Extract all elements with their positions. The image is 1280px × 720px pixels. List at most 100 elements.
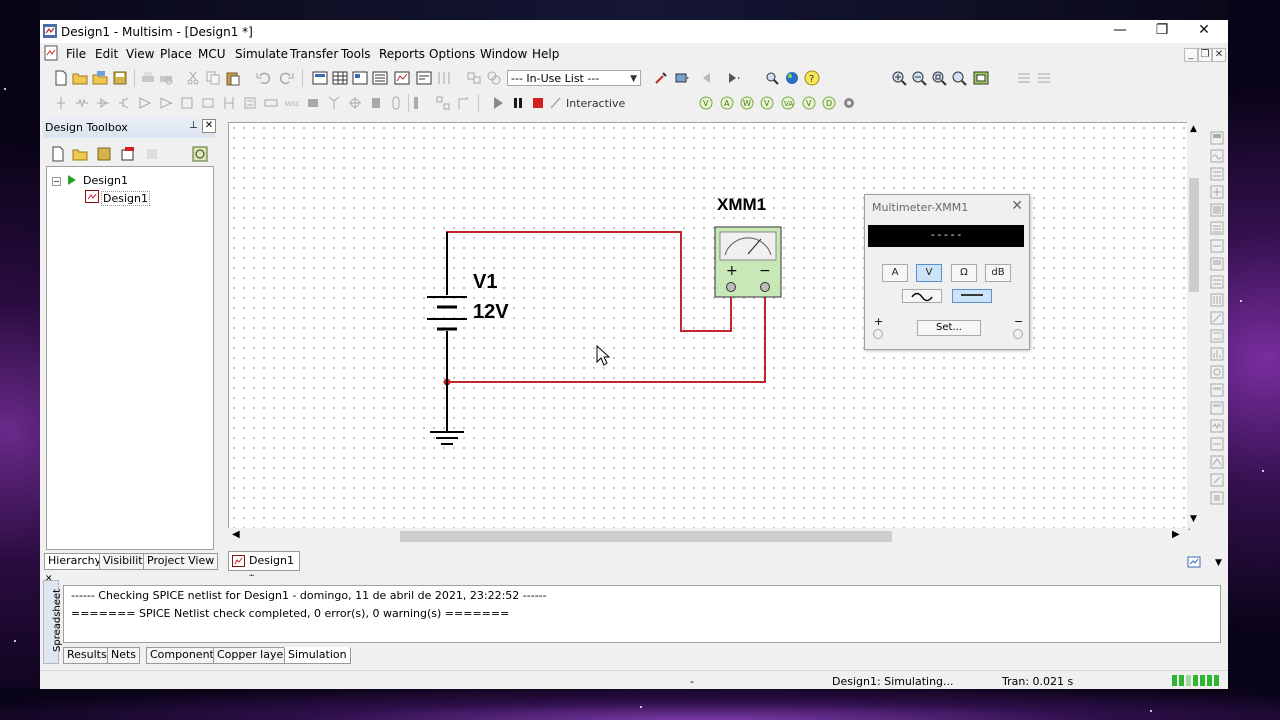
- place-hierarchical-icon[interactable]: [435, 95, 451, 111]
- paste-icon[interactable]: [225, 70, 241, 86]
- sheet-scroll-down-icon[interactable]: ▼: [1215, 558, 1222, 568]
- new-sheet-icon[interactable]: [50, 146, 66, 162]
- menu-transfer[interactable]: Transfer: [290, 47, 338, 61]
- component-list-icon[interactable]: [372, 70, 388, 86]
- current-probe-icon[interactable]: A: [719, 95, 735, 111]
- restore-button[interactable]: ❐: [1140, 20, 1184, 43]
- zoom-area-icon[interactable]: [931, 70, 947, 86]
- instrument-oscilloscope-icon[interactable]: [1209, 184, 1225, 200]
- voltage-current-probe-icon[interactable]: VA: [780, 95, 796, 111]
- forward-annotate-icon[interactable]: [486, 70, 502, 86]
- differential-probe-icon[interactable]: V: [759, 95, 775, 111]
- save-icon[interactable]: [112, 70, 128, 86]
- mode-ammeter-button[interactable]: A: [882, 264, 908, 282]
- ni-web-icon[interactable]: [784, 70, 800, 86]
- toolbox-close-button[interactable]: ✕: [202, 119, 216, 133]
- place-cmos-icon[interactable]: [179, 95, 195, 111]
- tab-components[interactable]: Components: [146, 647, 224, 664]
- tab-results[interactable]: Results: [63, 647, 111, 664]
- multimeter-close-button[interactable]: ✕: [1011, 198, 1023, 214]
- scroll-right-icon[interactable]: ▶: [1172, 529, 1180, 540]
- redo-icon[interactable]: [278, 70, 294, 86]
- place-power-icon[interactable]: [263, 95, 279, 111]
- instrument-logic-converter-icon[interactable]: [1209, 274, 1225, 290]
- spreadsheet-close-icon[interactable]: ✕: [45, 574, 53, 584]
- menu-mcu[interactable]: MCU: [198, 47, 226, 61]
- open-sheet-icon[interactable]: [72, 146, 88, 162]
- find-icon[interactable]: [764, 70, 780, 86]
- menu-file[interactable]: File: [66, 47, 86, 61]
- spreadsheet-view-icon[interactable]: [332, 70, 348, 86]
- place-source-icon[interactable]: [53, 95, 69, 111]
- instrument-iv-analyzer-icon[interactable]: [1209, 310, 1225, 326]
- menu-edit[interactable]: Edit: [95, 47, 118, 61]
- place-advanced-peripherals-icon[interactable]: [305, 95, 321, 111]
- place-ladder-icon[interactable]: [455, 95, 471, 111]
- new-file-icon[interactable]: [53, 70, 69, 86]
- instrument-agilent-multimeter-icon[interactable]: [1209, 400, 1225, 416]
- voltage-probe-icon[interactable]: V: [698, 95, 714, 111]
- postprocessor-icon[interactable]: [416, 70, 432, 86]
- multimeter-xmm1-symbol[interactable]: [714, 226, 782, 298]
- ac-mode-button[interactable]: [902, 289, 942, 303]
- vertical-scroll-thumb[interactable]: [1189, 178, 1199, 292]
- minimize-button[interactable]: —: [1098, 20, 1142, 43]
- place-basic-icon[interactable]: [74, 95, 90, 111]
- instrument-function-generator-icon[interactable]: [1209, 148, 1225, 164]
- instrument-tektronix-scope-icon[interactable]: [1209, 436, 1225, 452]
- align-left-icon[interactable]: [1016, 70, 1032, 86]
- stop-simulation-icon[interactable]: [530, 95, 546, 111]
- full-screen-icon[interactable]: [973, 70, 989, 86]
- tab-nets[interactable]: Nets: [107, 647, 141, 664]
- horizontal-scroll-thumb[interactable]: [400, 531, 892, 542]
- interactive-analysis-label[interactable]: Interactive: [566, 97, 625, 110]
- instruments-icon[interactable]: [674, 70, 690, 86]
- probe-icon[interactable]: [653, 70, 669, 86]
- zoom-in-icon[interactable]: [891, 70, 907, 86]
- place-ttl-icon[interactable]: [158, 95, 174, 111]
- horizontal-scrollbar[interactable]: ◀ ▶: [228, 528, 1188, 544]
- instrument-network-analyzer-icon[interactable]: [1209, 364, 1225, 380]
- instrument-current-clamp-icon[interactable]: [1209, 472, 1225, 488]
- sheet-window-icon[interactable]: [120, 146, 136, 162]
- print-icon[interactable]: [140, 70, 156, 86]
- place-mcu-icon[interactable]: [368, 95, 384, 111]
- multimeter-settings-button[interactable]: Set...: [917, 320, 981, 336]
- align-right-icon[interactable]: [1036, 70, 1052, 86]
- instrument-agilent-generator-icon[interactable]: [1209, 382, 1225, 398]
- power-probe-icon[interactable]: W: [739, 95, 755, 111]
- cut-icon[interactable]: [185, 70, 201, 86]
- grapher-icon[interactable]: [394, 70, 410, 86]
- menu-view[interactable]: View: [126, 47, 154, 61]
- open-design-icon[interactable]: [92, 70, 108, 86]
- mode-voltmeter-button[interactable]: V: [916, 264, 942, 282]
- place-diode-icon[interactable]: [95, 95, 111, 111]
- instrument-wattmeter-icon[interactable]: [1209, 166, 1225, 182]
- instrument-distortion-analyzer-icon[interactable]: [1209, 328, 1225, 344]
- place-bus-icon[interactable]: [408, 95, 424, 111]
- mdi-close-button[interactable]: ✕: [1212, 48, 1226, 62]
- print-preview-icon[interactable]: [158, 70, 174, 86]
- place-rf-icon[interactable]: [326, 95, 342, 111]
- plus-terminal-icon[interactable]: [873, 329, 883, 339]
- scroll-up-icon[interactable]: ▲: [1190, 124, 1197, 134]
- zoom-out-icon[interactable]: [911, 70, 927, 86]
- tab-simulation[interactable]: Simulation: [284, 647, 351, 664]
- ground-symbol[interactable]: [430, 382, 464, 445]
- spreadsheet-side-bar[interactable]: Spreadsheet: [43, 580, 63, 664]
- place-misc-icon[interactable]: MISC: [284, 95, 300, 111]
- open-folder-icon[interactable]: [72, 70, 88, 86]
- place-indicator-icon[interactable]: [242, 95, 258, 111]
- place-electromechanical-icon[interactable]: [347, 95, 363, 111]
- database-icon[interactable]: [192, 146, 208, 162]
- tab-project-view[interactable]: Project View: [143, 553, 219, 570]
- scroll-down-icon[interactable]: ▼: [1190, 514, 1197, 524]
- undo-icon[interactable]: [256, 70, 272, 86]
- multimeter-window[interactable]: Multimeter-XMM1 ✕ ----- A V Ω dB + − Set…: [864, 194, 1030, 350]
- copy-icon[interactable]: [205, 70, 221, 86]
- menu-reports[interactable]: Reports: [379, 47, 425, 61]
- delete-sheet-icon[interactable]: [144, 146, 160, 162]
- sheet-tab-design1[interactable]: Design1 *: [228, 551, 300, 585]
- run-simulation-icon[interactable]: [490, 95, 506, 111]
- pause-simulation-icon[interactable]: [510, 95, 526, 111]
